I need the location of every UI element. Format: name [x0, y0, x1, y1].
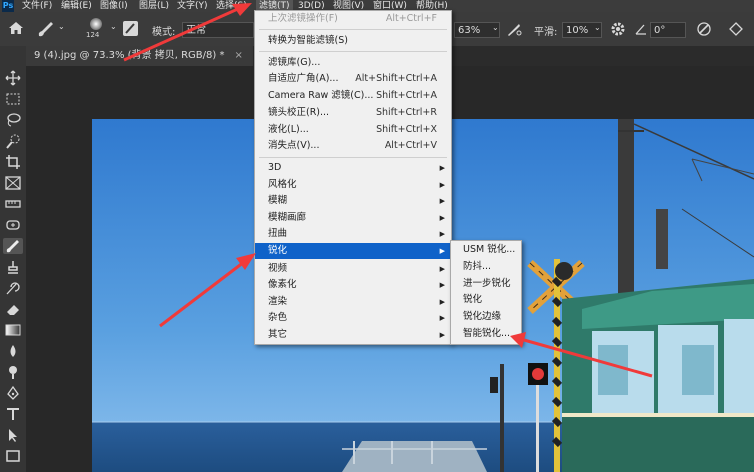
menu-item-video[interactable]: 视频 ▶: [255, 261, 451, 277]
dodge-tool-icon[interactable]: [3, 364, 23, 380]
sharpen-submenu: USM 锐化... 防抖... 进一步锐化 锐化 锐化边缘 智能锐化...: [450, 240, 522, 345]
brush-settings-panel-icon[interactable]: [123, 21, 138, 36]
marquee-tool-icon[interactable]: [3, 91, 23, 107]
clone-stamp-tool-icon[interactable]: [3, 259, 23, 275]
submenu-arrow-icon: ▶: [439, 164, 445, 172]
menu-item-vanishing-point[interactable]: 消失点(V)... Alt+Ctrl+V: [255, 138, 451, 154]
menu-item-adaptive-wide-angle[interactable]: 自适应广角(A)... Alt+Shift+Ctrl+A: [255, 71, 451, 87]
smoothing-chevron-icon[interactable]: ⌄: [594, 23, 601, 32]
menu-file[interactable]: 文件(F): [22, 0, 52, 12]
submenu-arrow-icon: ▶: [439, 197, 445, 205]
menu-type[interactable]: 文字(Y): [177, 0, 208, 12]
brush-preset-chevron-icon[interactable]: ⌄: [110, 22, 117, 31]
tools-panel: [0, 66, 26, 472]
menu-separator: [259, 157, 447, 158]
brush-preset-picker[interactable]: 124: [84, 16, 108, 42]
mode-select[interactable]: 正常: [182, 22, 254, 38]
brush-tool-icon[interactable]: [36, 20, 56, 41]
submenu-item-shake-reduction[interactable]: 防抖...: [451, 259, 521, 275]
menu-item-last-filter: 上次滤镜操作(F) Alt+Ctrl+F: [268, 13, 437, 24]
chevron-down-icon[interactable]: ⌄: [58, 22, 65, 31]
move-tool-icon[interactable]: [3, 70, 23, 86]
filter-dropdown-menu: 上次滤镜操作(F) Alt+Ctrl+F 转换为智能滤镜(S) 滤镜库(G)...…: [254, 10, 452, 345]
document-tab[interactable]: 9 (4).jpg @ 73.3% (背景 拷贝, RGB/8) * ×: [26, 46, 253, 66]
toolbar-header: [0, 46, 26, 66]
menu-item-stylize[interactable]: 风格化 ▶: [255, 177, 451, 193]
rectangle-tool-icon[interactable]: [3, 448, 23, 464]
menu-item-noise[interactable]: 杂色 ▶: [255, 310, 451, 326]
menu-item-blur[interactable]: 模糊 ▶: [255, 193, 451, 209]
eyedropper-tool-icon[interactable]: [3, 196, 23, 212]
pen-tool-icon[interactable]: [3, 385, 23, 401]
type-tool-icon[interactable]: [3, 406, 23, 422]
submenu-item-smart-sharpen[interactable]: 智能锐化...: [451, 326, 521, 342]
home-icon[interactable]: [8, 21, 24, 38]
quick-selection-tool-icon[interactable]: [3, 133, 23, 149]
menu-item-convert-smart-filter[interactable]: 转换为智能滤镜(S): [255, 33, 451, 49]
menu-edit[interactable]: 编辑(E): [61, 0, 92, 12]
history-brush-tool-icon[interactable]: [3, 280, 23, 296]
menu-item-other[interactable]: 其它 ▶: [255, 327, 451, 343]
submenu-arrow-icon: ▶: [439, 214, 445, 222]
submenu-item-sharpen-edges[interactable]: 锐化边缘: [451, 309, 521, 325]
submenu-arrow-icon: ▶: [439, 298, 445, 306]
submenu-item-sharpen[interactable]: 锐化: [451, 292, 521, 308]
smoothing-label: 平滑:: [534, 27, 558, 38]
path-selection-tool-icon[interactable]: [3, 427, 23, 443]
blur-tool-icon[interactable]: [3, 343, 23, 359]
menu-separator: [259, 51, 447, 52]
submenu-item-sharpen-more[interactable]: 进一步锐化: [451, 276, 521, 292]
brush-tool-selected-icon[interactable]: [3, 238, 23, 254]
submenu-arrow-icon: ▶: [439, 314, 445, 322]
submenu-arrow-icon: ▶: [439, 281, 445, 289]
menu-item-filter-gallery[interactable]: 滤镜库(G)...: [255, 55, 451, 71]
menu-item-render[interactable]: 渲染 ▶: [255, 294, 451, 310]
menu-item-sharpen[interactable]: 锐化 ▶: [255, 243, 451, 259]
healing-brush-tool-icon[interactable]: [3, 217, 23, 233]
brush-size-value: 124: [86, 31, 100, 39]
submenu-arrow-icon: ▶: [439, 247, 445, 255]
angle-field[interactable]: 0°: [650, 22, 686, 38]
brush-tip-icon: [90, 18, 102, 30]
document-tab-title: 9 (4).jpg @ 73.3% (背景 拷贝, RGB/8) *: [34, 50, 225, 61]
mode-label: 模式:: [152, 27, 176, 38]
pressure-size-icon[interactable]: [696, 21, 712, 40]
menu-select[interactable]: 选择(S): [216, 0, 247, 12]
submenu-arrow-icon: ▶: [439, 181, 445, 189]
gradient-tool-icon[interactable]: [3, 322, 23, 338]
menu-item-lens-correction[interactable]: 镜头校正(R)... Shift+Ctrl+R: [255, 105, 451, 121]
photoshop-logo: Ps: [2, 0, 14, 12]
menu-item-distort[interactable]: 扭曲 ▶: [255, 226, 451, 242]
angle-icon: [634, 22, 648, 39]
symmetry-icon[interactable]: [728, 21, 744, 40]
submenu-arrow-icon: ▶: [439, 265, 445, 273]
menu-layer[interactable]: 图层(L): [139, 0, 169, 12]
menu-separator: [259, 29, 447, 30]
menu-item-camera-raw[interactable]: Camera Raw 滤镜(C)... Shift+Ctrl+A: [255, 88, 451, 104]
lasso-tool-icon[interactable]: [3, 112, 23, 128]
menu-image[interactable]: 图像(I): [100, 0, 128, 12]
submenu-arrow-icon: ▶: [439, 331, 445, 339]
close-icon[interactable]: ×: [234, 50, 242, 61]
gear-icon[interactable]: [610, 21, 626, 40]
menu-item-3d[interactable]: 3D ▶: [255, 160, 451, 176]
airbrush-icon[interactable]: [506, 21, 522, 40]
menu-item-blur-gallery[interactable]: 模糊画廊 ▶: [255, 210, 451, 226]
submenu-arrow-icon: ▶: [439, 230, 445, 238]
menu-item-pixelate[interactable]: 像素化 ▶: [255, 277, 451, 293]
flow-chevron-icon[interactable]: ⌄: [492, 23, 499, 32]
submenu-item-unsharp-mask[interactable]: USM 锐化...: [451, 242, 521, 258]
eraser-tool-icon[interactable]: [3, 301, 23, 317]
menu-item-liquify[interactable]: 液化(L)... Shift+Ctrl+X: [255, 122, 451, 138]
frame-tool-icon[interactable]: [3, 175, 23, 191]
crop-tool-icon[interactable]: [3, 154, 23, 170]
